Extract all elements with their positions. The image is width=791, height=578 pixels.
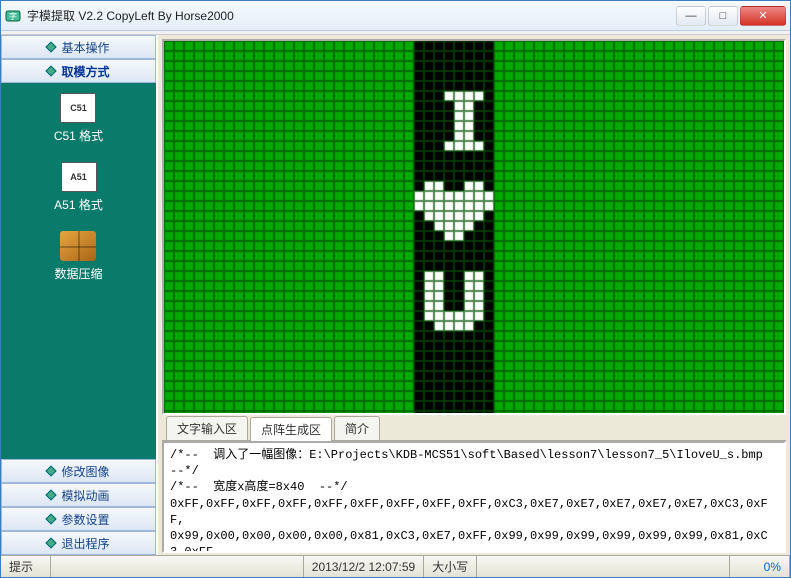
status-hint: 提示: [1, 556, 51, 577]
box-icon: [60, 231, 96, 261]
sidebar-group-label: 参数设置: [61, 511, 109, 528]
statusbar: 提示 2013/12/2 12:07:59 大小写 0%: [1, 555, 790, 577]
sidebar-item-label: C51 格式: [54, 127, 103, 144]
workspace: 基本操作 取模方式 C51 C51 格式 A51 A51 格式 数据压缩 修改图…: [1, 35, 790, 555]
output-textarea[interactable]: /*-- 调入了一幅图像：E:\Projects\KDB-MCS51\soft\…: [162, 441, 786, 553]
sidebar-group-settings[interactable]: 参数设置: [1, 507, 156, 531]
close-button[interactable]: ✕: [740, 6, 786, 26]
sidebar-group-label: 取模方式: [61, 63, 109, 80]
status-caps: 大小写: [424, 556, 477, 577]
a51-icon: A51: [61, 162, 97, 192]
sidebar-group-mode[interactable]: 取模方式: [1, 59, 156, 83]
sidebar-group-label: 模拟动画: [61, 487, 109, 504]
sidebar-item-a51[interactable]: A51 A51 格式: [54, 162, 103, 213]
sidebar-group-label: 修改图像: [61, 463, 109, 480]
sidebar: 基本操作 取模方式 C51 C51 格式 A51 A51 格式 数据压缩 修改图…: [1, 35, 158, 555]
sidebar-item-c51[interactable]: C51 C51 格式: [54, 93, 103, 144]
tab-about[interactable]: 简介: [334, 416, 380, 440]
sidebar-item-label: A51 格式: [54, 196, 103, 213]
diamond-icon: [46, 41, 57, 52]
maximize-button[interactable]: □: [708, 6, 738, 26]
diamond-icon: [46, 537, 57, 548]
window-buttons: — □ ✕: [674, 6, 786, 26]
minimize-button[interactable]: —: [676, 6, 706, 26]
pixel-canvas[interactable]: [164, 41, 784, 415]
diamond-icon: [46, 465, 57, 476]
window-title: 字模提取 V2.2 CopyLeft By Horse2000: [27, 7, 674, 24]
c51-icon: C51: [60, 93, 96, 123]
sidebar-group-label: 退出程序: [61, 535, 109, 552]
diamond-icon: [46, 489, 57, 500]
sidebar-item-compress[interactable]: 数据压缩: [54, 231, 102, 282]
pixel-canvas-wrap[interactable]: [162, 39, 786, 415]
status-spacer: [51, 556, 304, 577]
tab-dot-matrix[interactable]: 点阵生成区: [250, 417, 332, 441]
tab-text-input[interactable]: 文字输入区: [166, 416, 248, 440]
titlebar: 字 字模提取 V2.2 CopyLeft By Horse2000 — □ ✕: [1, 1, 790, 31]
sidebar-group-edit[interactable]: 修改图像: [1, 459, 156, 483]
app-icon: 字: [5, 8, 21, 24]
status-datetime: 2013/12/2 12:07:59: [304, 556, 424, 577]
diamond-icon: [46, 65, 57, 76]
sidebar-group-basic[interactable]: 基本操作: [1, 35, 156, 59]
main-area: 文字输入区 点阵生成区 简介 /*-- 调入了一幅图像：E:\Projects\…: [158, 35, 790, 555]
sidebar-body: C51 C51 格式 A51 A51 格式 数据压缩: [1, 83, 156, 459]
diamond-icon: [46, 513, 57, 524]
status-spacer2: [477, 556, 730, 577]
status-percent: 0%: [730, 556, 790, 577]
sidebar-group-anim[interactable]: 模拟动画: [1, 483, 156, 507]
sidebar-group-exit[interactable]: 退出程序: [1, 531, 156, 555]
sidebar-group-label: 基本操作: [61, 39, 109, 56]
svg-text:字: 字: [9, 11, 17, 21]
sidebar-item-label: 数据压缩: [54, 265, 102, 282]
bottom-panel: 文字输入区 点阵生成区 简介 /*-- 调入了一幅图像：E:\Projects\…: [162, 419, 786, 553]
tabs: 文字输入区 点阵生成区 简介: [162, 419, 786, 441]
